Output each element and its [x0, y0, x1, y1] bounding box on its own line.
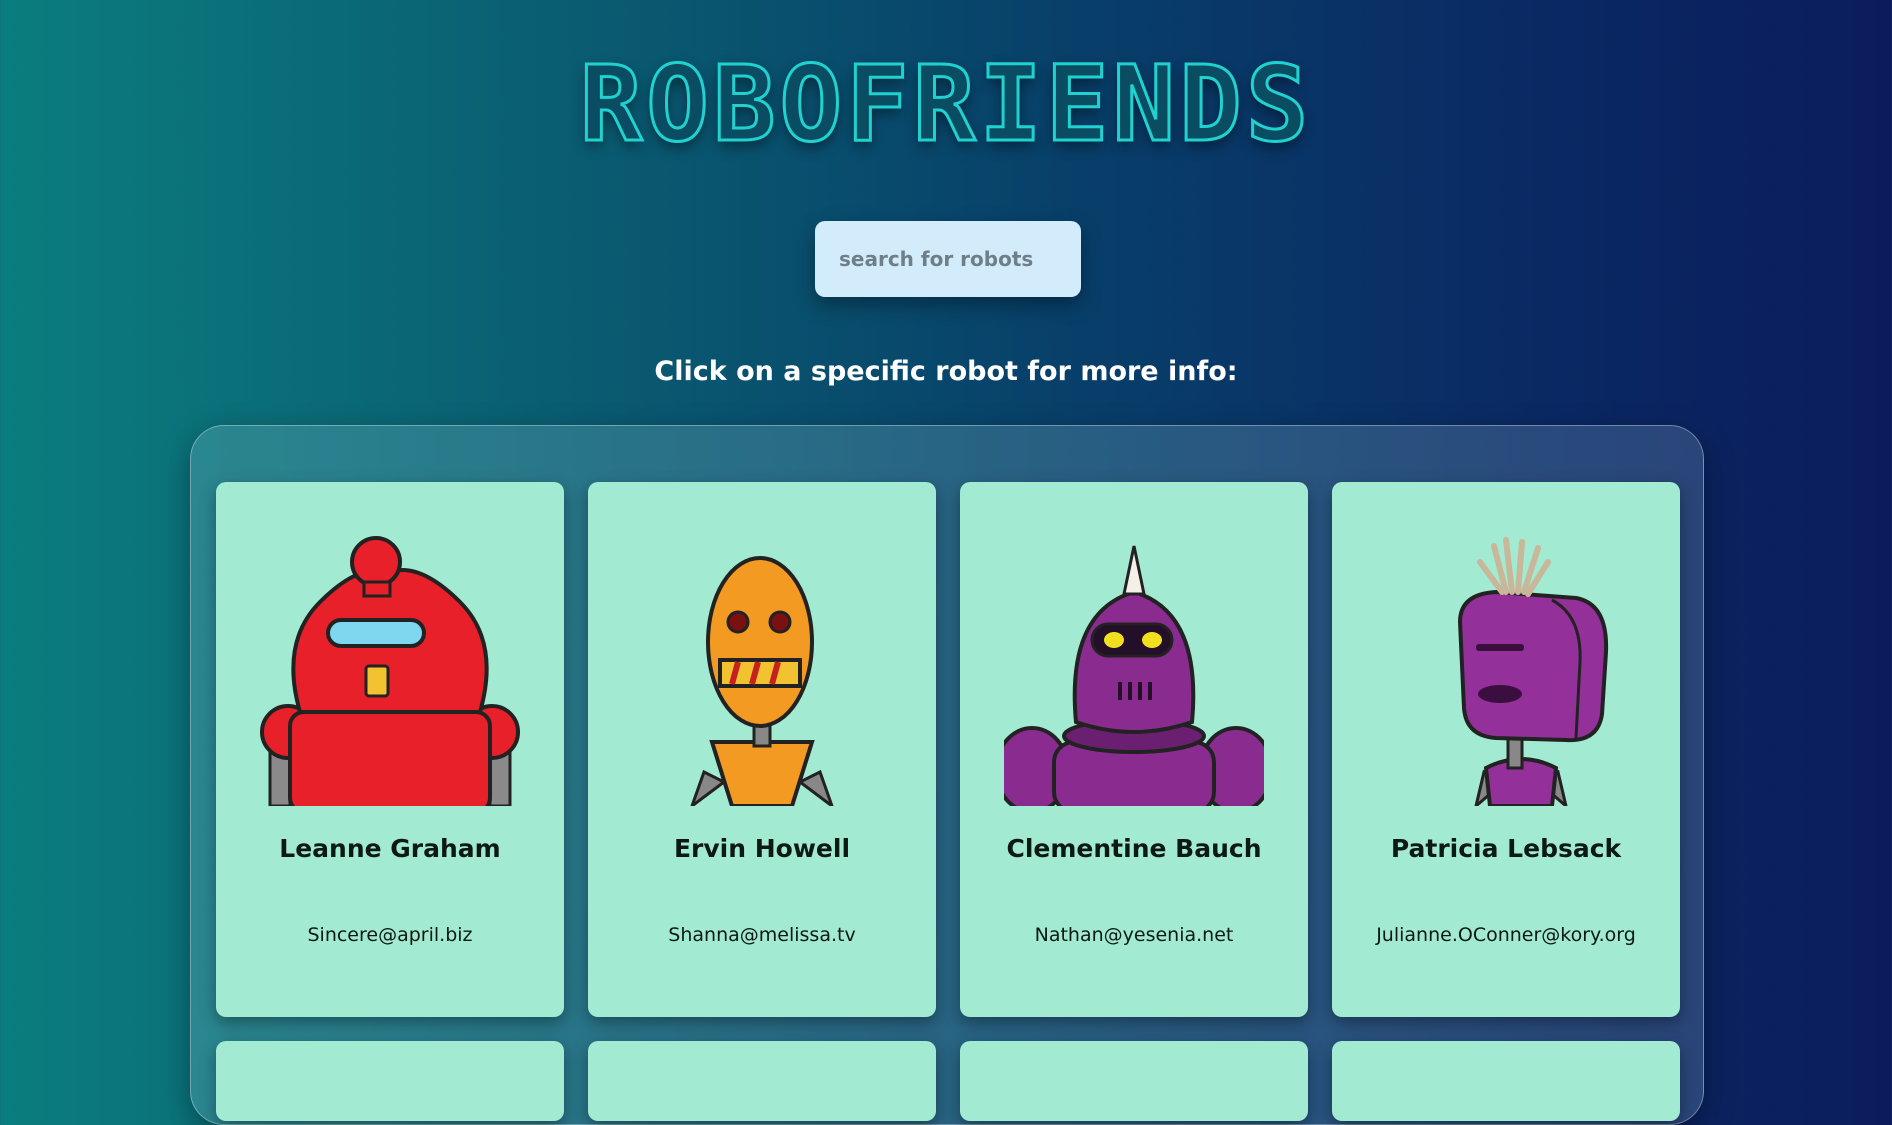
- purple-tufted-robot-icon: [1457, 537, 1609, 806]
- robot-card[interactable]: [216, 1041, 564, 1121]
- robot-name: Clementine Bauch: [1006, 834, 1262, 863]
- robot-card[interactable]: [960, 1041, 1308, 1121]
- robot-card-ervin-howell[interactable]: Ervin Howell Shanna@melissa.tv: [588, 482, 936, 1017]
- robot-email: Sincere@april.biz: [307, 924, 473, 946]
- robot-name: Leanne Graham: [279, 834, 501, 863]
- instructions-text: Click on a specific robot for more info:: [654, 356, 1238, 387]
- robot-email: Julianne.OConner@kory.org: [1376, 924, 1636, 946]
- robot-card-leanne-graham[interactable]: Leanne Graham Sincere@april.biz: [216, 482, 564, 1017]
- app-title: ROBOFRIENDS: [578, 43, 1313, 165]
- robot-name: Ervin Howell: [673, 834, 851, 863]
- orange-robot-icon: [690, 556, 834, 806]
- purple-spiked-robot-icon: [1004, 545, 1264, 806]
- robot-email: Shanna@melissa.tv: [668, 924, 856, 946]
- robot-card[interactable]: [1332, 1041, 1680, 1121]
- robot-name: Patricia Lebsack: [1390, 834, 1622, 863]
- robot-card-clementine-bauch[interactable]: Clementine Bauch Nathan@yesenia.net: [960, 482, 1308, 1017]
- red-robot-icon: [260, 536, 520, 806]
- search-input[interactable]: [815, 221, 1081, 297]
- robot-card-patricia-lebsack[interactable]: Patricia Lebsack Julianne.OConner@kory.o…: [1332, 482, 1680, 1017]
- robot-card-list: Leanne Graham Sincere@april.biz Ervin Ho…: [190, 425, 1704, 1125]
- robot-email: Nathan@yesenia.net: [1034, 924, 1234, 946]
- robot-card[interactable]: [588, 1041, 936, 1121]
